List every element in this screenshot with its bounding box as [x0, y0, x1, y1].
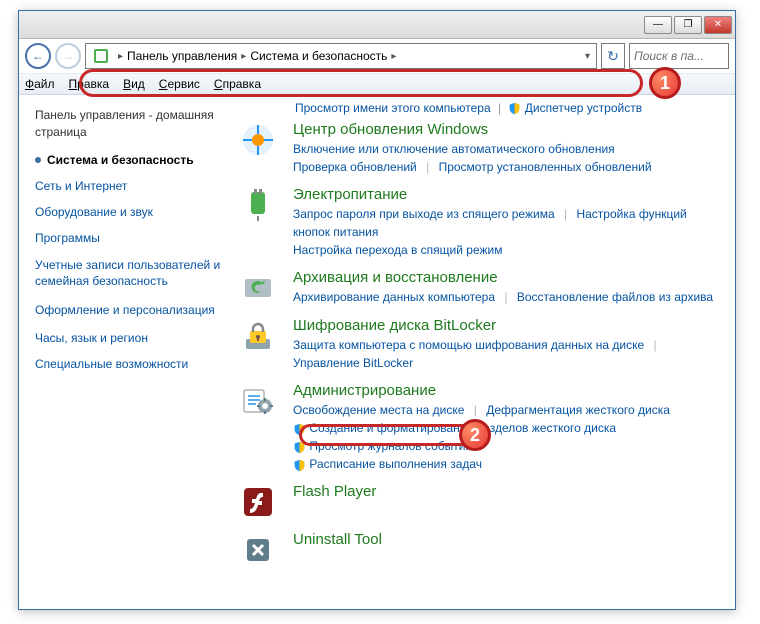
search-input[interactable]: Поиск в па...	[629, 43, 729, 69]
sidebar-item-clock[interactable]: Часы, язык и регион	[35, 331, 233, 345]
bitlocker-icon	[239, 317, 277, 355]
close-button[interactable]: ✕	[704, 16, 732, 34]
nav-back-button[interactable]: ←	[25, 43, 51, 69]
minimize-button[interactable]: —	[644, 16, 672, 34]
link-power-password[interactable]: Запрос пароля при выходе из спящего режи…	[293, 207, 555, 221]
sidebar-item-ease-of-access[interactable]: Специальные возможности	[35, 357, 233, 371]
windows-update-icon	[239, 121, 277, 159]
link-update-installed[interactable]: Просмотр установленных обновлений	[439, 160, 652, 174]
category-uninstall: Uninstall Tool	[237, 531, 725, 569]
link-update-check[interactable]: Проверка обновлений	[293, 160, 417, 174]
link-bitlocker-protect[interactable]: Защита компьютера с помощью шифрования д…	[293, 338, 644, 352]
sidebar-item-programs[interactable]: Программы	[35, 231, 233, 245]
link-backup-archive[interactable]: Архивирование данных компьютера	[293, 290, 495, 304]
nav-forward-button[interactable]: →	[55, 43, 81, 69]
annotation-badge-2: 2	[459, 419, 491, 451]
category-title-power[interactable]: Электропитание	[293, 186, 725, 203]
link-admin-diskcleanup[interactable]: Освобождение места на диске	[293, 403, 464, 417]
link-admin-scheduler[interactable]: Расписание выполнения задач	[309, 457, 482, 471]
category-title-flash[interactable]: Flash Player	[293, 483, 725, 500]
breadcrumb-sep: ▸	[387, 51, 400, 62]
shield-icon	[293, 423, 306, 436]
sidebar-item-user-accounts[interactable]: Учетные записи пользователей и семейная …	[35, 257, 233, 291]
breadcrumb-sep: ▸	[237, 51, 250, 62]
window-body: Панель управления - домашняя страница Си…	[19, 95, 735, 609]
link-backup-restore[interactable]: Восстановление файлов из архива	[517, 290, 713, 304]
backup-icon	[239, 269, 277, 307]
breadcrumb-sep: ▸	[114, 51, 127, 62]
admin-tools-icon	[239, 382, 277, 420]
titlebar: — ❐ ✕	[19, 11, 735, 39]
link-computer-name[interactable]: Просмотр имени этого компьютера	[295, 101, 491, 115]
sidebar-active-label: Система и безопасность	[47, 153, 194, 167]
link-bitlocker-manage[interactable]: Управление BitLocker	[293, 356, 413, 370]
link-admin-eventlog[interactable]: Просмотр журналов событий	[309, 439, 472, 453]
sidebar: Панель управления - домашняя страница Си…	[19, 95, 237, 609]
category-title-backup[interactable]: Архивация и восстановление	[293, 269, 725, 286]
flash-icon	[239, 483, 277, 521]
category-title-uninstall[interactable]: Uninstall Tool	[293, 531, 725, 548]
category-backup: Архивация и восстановление Архивирование…	[237, 269, 725, 307]
link-device-manager[interactable]: Диспетчер устройств	[525, 101, 642, 115]
link-update-auto[interactable]: Включение или отключение автоматического…	[293, 142, 615, 156]
menu-edit[interactable]: Правка	[69, 77, 110, 91]
search-placeholder: Поиск в па...	[634, 49, 704, 63]
shield-icon	[293, 441, 306, 454]
link-admin-defrag[interactable]: Дефрагментация жесткого диска	[486, 403, 670, 417]
breadcrumb-system-security[interactable]: Система и безопасность	[250, 49, 387, 63]
breadcrumb-control-panel[interactable]: Панель управления	[127, 49, 237, 63]
category-title-update[interactable]: Центр обновления Windows	[293, 121, 725, 138]
uninstall-tool-icon	[239, 531, 277, 569]
address-row: ← → ▸ Панель управления ▸ Система и безо…	[19, 39, 735, 73]
menu-help[interactable]: Справка	[214, 77, 261, 91]
top-links: Просмотр имени этого компьютера | Диспет…	[237, 101, 725, 115]
address-dropdown-icon[interactable]: ▾	[585, 51, 590, 62]
maximize-button[interactable]: ❐	[674, 16, 702, 34]
menu-file[interactable]: Файл	[25, 77, 55, 91]
content-pane: Просмотр имени этого компьютера | Диспет…	[237, 95, 735, 609]
shield-icon	[293, 459, 306, 472]
menubar: Файл Правка Вид Сервис Справка	[19, 73, 735, 95]
category-title-admin[interactable]: Администрирование	[293, 382, 725, 399]
annotation-badge-1: 1	[649, 67, 681, 99]
category-title-bitlocker[interactable]: Шифрование диска BitLocker	[293, 317, 725, 334]
control-panel-window: — ❐ ✕ ← → ▸ Панель управления ▸ Система …	[18, 10, 736, 610]
sidebar-item-network[interactable]: Сеть и Интернет	[35, 179, 233, 193]
sidebar-item-appearance[interactable]: Оформление и персонализация	[35, 302, 233, 319]
shield-icon	[508, 102, 521, 115]
control-panel-icon	[92, 47, 110, 65]
menu-view[interactable]: Вид	[123, 77, 145, 91]
category-windows-update: Центр обновления Windows Включение или о…	[237, 121, 725, 176]
menu-tools[interactable]: Сервис	[159, 77, 200, 91]
sidebar-item-system-security[interactable]: Система и безопасность	[35, 153, 233, 167]
link-power-sleep[interactable]: Настройка перехода в спящий режим	[293, 243, 502, 257]
category-power: Электропитание Запрос пароля при выходе …	[237, 186, 725, 259]
category-flash: Flash Player	[237, 483, 725, 521]
sidebar-item-hardware[interactable]: Оборудование и звук	[35, 205, 233, 219]
category-bitlocker: Шифрование диска BitLocker Защита компью…	[237, 317, 725, 372]
power-icon	[239, 186, 277, 224]
refresh-button[interactable]: ↻	[601, 43, 625, 69]
sidebar-home-link[interactable]: Панель управления - домашняя страница	[35, 107, 233, 141]
address-bar[interactable]: ▸ Панель управления ▸ Система и безопасн…	[85, 43, 597, 69]
